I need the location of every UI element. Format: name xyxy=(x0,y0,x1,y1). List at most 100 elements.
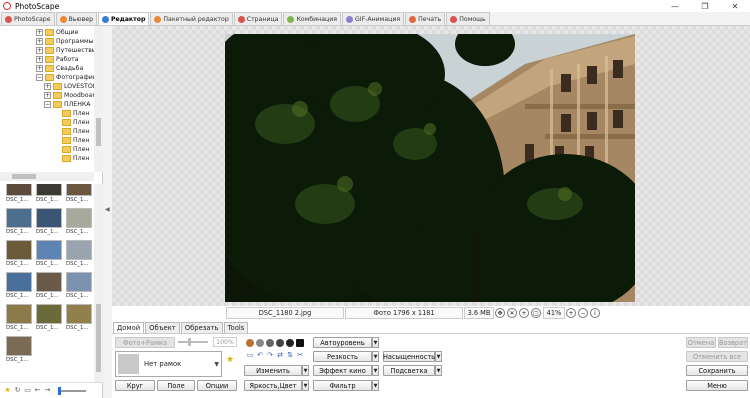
collapse-arrow-icon[interactable]: ◀ xyxy=(105,206,110,213)
round-darker-icon[interactable] xyxy=(276,339,284,347)
thumbnail-item[interactable]: DSC_1... xyxy=(6,208,32,238)
saturation-button[interactable]: Насыщенность xyxy=(383,351,435,362)
round-brown-icon[interactable] xyxy=(246,339,254,347)
film-effect-button[interactable]: Эффект кино xyxy=(313,365,372,376)
editor-tab-1[interactable]: Объект xyxy=(145,322,180,333)
thumbnail-item[interactable]: DSC_1... xyxy=(36,184,62,206)
menu-button[interactable]: Меню xyxy=(686,380,748,391)
resize-dropdown-icon[interactable]: ▼ xyxy=(302,365,309,376)
collapse-icon[interactable]: − xyxy=(36,74,43,81)
tree-item[interactable]: − Фотографии xyxy=(36,73,97,82)
sharpness-button[interactable]: Резкость xyxy=(313,351,372,362)
tab-8[interactable]: Помощь xyxy=(446,12,490,25)
thumb-size-knob[interactable] xyxy=(58,386,61,395)
tree-item[interactable]: + LOVESTORY xyxy=(44,82,100,91)
collapse-icon[interactable]: − xyxy=(44,101,51,108)
tab-3[interactable]: Пакетный редактор xyxy=(150,12,233,25)
thumbnail-item[interactable]: DSC_1... xyxy=(66,272,92,302)
arrow-left-icon[interactable]: ← xyxy=(34,387,41,394)
info-icon[interactable]: i xyxy=(590,308,600,318)
tree-item[interactable]: + Путешествия xyxy=(36,46,100,55)
backlight-button[interactable]: Подсветка xyxy=(383,365,435,376)
saturation-dropdown-icon[interactable]: ▼ xyxy=(435,351,442,362)
thumbnail-item[interactable]: DSC_1... xyxy=(36,304,62,334)
editor-tab-2[interactable]: Обрезать xyxy=(180,322,223,333)
film-dropdown-icon[interactable]: ▼ xyxy=(372,365,379,376)
tree-item[interactable]: Плен xyxy=(62,136,89,145)
expand-icon[interactable]: + xyxy=(36,47,43,54)
refresh-icon[interactable]: ↻ xyxy=(14,387,21,394)
rotate-left-icon[interactable]: ↶ xyxy=(256,351,264,359)
filter-dropdown-icon[interactable]: ▼ xyxy=(372,380,379,391)
thumbnail-item[interactable]: DSC_1... xyxy=(66,240,92,270)
undo-button[interactable]: Отмена xyxy=(686,337,716,348)
arrow-right-icon[interactable]: → xyxy=(44,387,51,394)
undo-all-button[interactable]: Отменить все xyxy=(686,351,748,362)
thumbnail-item[interactable]: DSC_1... xyxy=(36,240,62,270)
contrast-icon[interactable] xyxy=(296,339,304,347)
folder-icon[interactable]: ▭ xyxy=(24,387,31,394)
thumbnail-item[interactable]: DSC_1... xyxy=(6,272,32,302)
photo-frame-button[interactable]: Фото+Рамка xyxy=(115,337,175,348)
expand-icon[interactable]: + xyxy=(36,38,43,45)
tab-0[interactable]: PhotoScape xyxy=(1,12,55,25)
editor-tab-0[interactable]: Домой xyxy=(113,322,145,333)
tree-horizontal-scrollbar[interactable] xyxy=(0,172,94,181)
thumbnail-item[interactable]: DSC_1... xyxy=(6,304,32,334)
autolevel-dropdown-icon[interactable]: ▼ xyxy=(372,337,379,348)
tab-5[interactable]: Комбинация xyxy=(283,12,341,25)
redo-button[interactable]: Возврат xyxy=(718,337,748,348)
filter-button[interactable]: Фильтр xyxy=(313,380,372,391)
thumbnails-scroll-thumb[interactable] xyxy=(96,304,101,372)
panel-splitter[interactable]: ◀ xyxy=(103,26,112,398)
thumbnail-item[interactable]: DSC_1... xyxy=(66,184,92,206)
thumbnail-item[interactable]: DSC_1... xyxy=(36,272,62,302)
tree-hscroll-thumb[interactable] xyxy=(12,174,36,179)
opacity-slider[interactable] xyxy=(178,338,208,346)
tree-item[interactable]: Плен xyxy=(62,127,89,136)
tree-item[interactable]: Плен xyxy=(62,145,89,154)
tree-item[interactable]: Плен xyxy=(62,154,89,163)
rectangle-icon[interactable]: ▭ xyxy=(246,351,254,359)
tab-6[interactable]: GIF-Анимация xyxy=(341,12,405,25)
tree-vertical-scrollbar[interactable] xyxy=(94,26,103,172)
thumb-size-slider[interactable] xyxy=(58,386,86,395)
rotate-right-icon[interactable]: ↷ xyxy=(266,351,274,359)
zoom-minus-icon[interactable]: − xyxy=(578,308,588,318)
tree-item[interactable]: + Свадьба xyxy=(36,64,83,73)
zoom-plus-icon[interactable]: + xyxy=(566,308,576,318)
zoom-actual-icon[interactable]: ▢ xyxy=(531,308,541,318)
favorite-icon[interactable]: ★ xyxy=(4,387,11,394)
minimize-button[interactable]: — xyxy=(660,0,690,12)
tab-1[interactable]: Вьювер xyxy=(55,12,97,25)
backlight-dropdown-icon[interactable]: ▼ xyxy=(435,365,442,376)
options-button[interactable]: Опции xyxy=(197,380,237,391)
fit-arrows-icon[interactable]: ✥ xyxy=(495,308,505,318)
field-button[interactable]: Поле xyxy=(157,380,195,391)
zoom-in-icon[interactable]: + xyxy=(519,308,529,318)
autolevel-button[interactable]: Автоуровень xyxy=(313,337,372,348)
editor-tab-3[interactable]: Tools xyxy=(223,322,249,333)
tree-item[interactable]: + Работа xyxy=(36,55,79,64)
save-button[interactable]: Сохранить xyxy=(686,365,748,376)
crop-icon[interactable]: ✂ xyxy=(296,351,304,359)
flip-icon[interactable]: ⇄ xyxy=(276,351,284,359)
brightness-dropdown-icon[interactable]: ▼ xyxy=(302,380,309,391)
thumbnail-item[interactable]: DSC_1... xyxy=(6,336,32,366)
thumbnail-item[interactable]: DSC_1... xyxy=(66,304,92,334)
maximize-button[interactable]: ❐ xyxy=(690,0,720,12)
tree-item[interactable]: Плен xyxy=(62,109,89,118)
cross-arrows-icon[interactable]: ✕ xyxy=(507,308,517,318)
tab-4[interactable]: Страница xyxy=(233,12,283,25)
thumbnail-item[interactable]: DSC_1... xyxy=(6,184,32,206)
mirror-icon[interactable]: ⇅ xyxy=(286,351,294,359)
resize-button[interactable]: Изменить xyxy=(244,365,302,376)
tab-2[interactable]: Редактор xyxy=(98,12,150,25)
expand-icon[interactable]: + xyxy=(44,92,51,99)
tree-item[interactable]: + Общие xyxy=(36,28,78,37)
opacity-field[interactable]: 100% xyxy=(213,337,237,347)
close-button[interactable]: ✕ xyxy=(720,0,750,12)
opacity-knob[interactable] xyxy=(188,338,191,346)
expand-icon[interactable]: + xyxy=(36,29,43,36)
thumbnail-item[interactable]: DSC_1... xyxy=(6,240,32,270)
